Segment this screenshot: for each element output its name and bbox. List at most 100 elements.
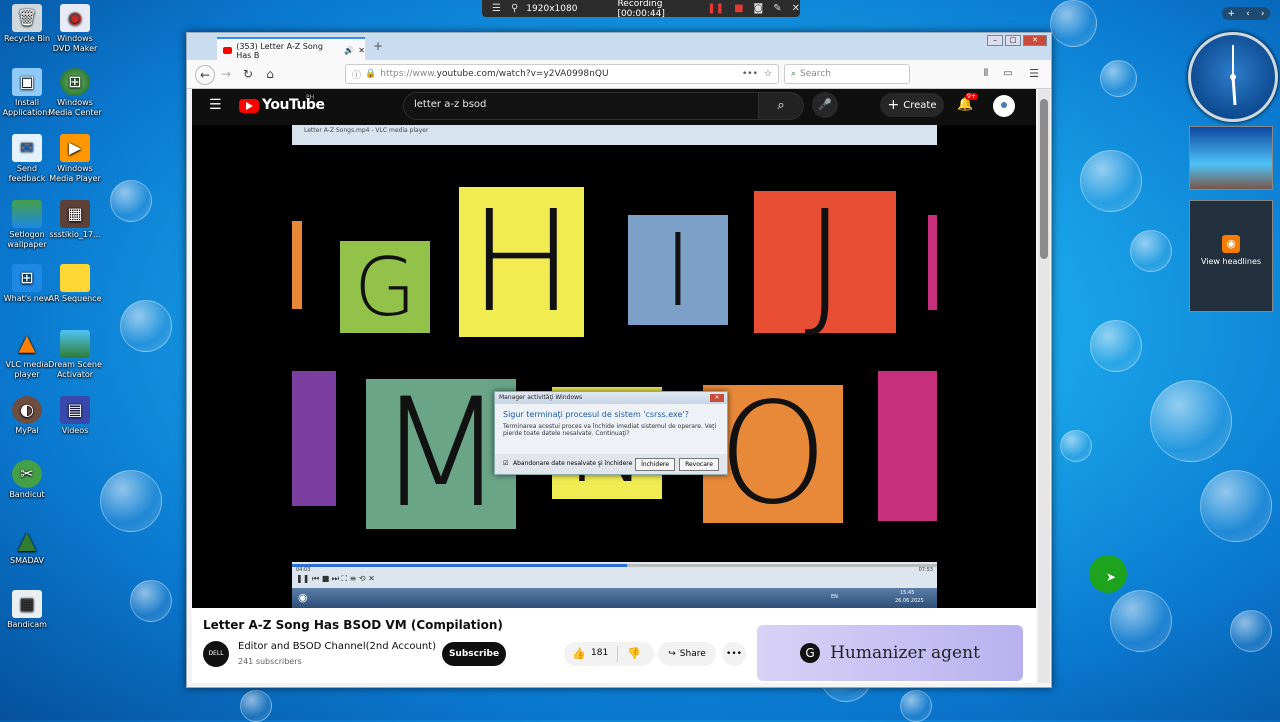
minimize-icon[interactable]: – <box>987 35 1003 46</box>
youtube-search-input[interactable]: letter a-z bsod <box>403 92 760 120</box>
like-dislike-group: 👍 181 👎 <box>564 642 654 666</box>
hamburger-icon[interactable]: ☰ <box>209 97 222 113</box>
desktop-icon-media-center[interactable]: ⊞ Windows Media Center <box>48 68 102 118</box>
desktop-icon-videos[interactable]: ▤ Videos <box>48 396 102 436</box>
youtube-favicon-icon <box>223 47 233 54</box>
add-icon[interactable]: + <box>1228 9 1236 19</box>
youtube-logo-icon[interactable] <box>239 99 259 113</box>
next-icon[interactable]: › <box>1261 9 1265 19</box>
slideshow-gadget[interactable] <box>1189 126 1273 190</box>
media-center-icon: ⊞ <box>60 68 90 96</box>
desktop-icon-install[interactable]: ▣ Install Applications <box>0 68 54 118</box>
mouse-cursor-icon: ➤ <box>1106 570 1117 584</box>
letter-tile-l-partial <box>292 371 336 506</box>
pin-icon[interactable]: ⚲ <box>511 3 518 14</box>
wallpaper-icon <box>12 200 42 228</box>
desktop-icon-bandicut[interactable]: ✂ Bandicut <box>0 460 54 500</box>
page-actions-icon[interactable]: ••• <box>742 69 758 79</box>
video-info: Letter A-Z Song Has BSOD VM (Compilation… <box>192 608 1036 683</box>
feed-gadget[interactable]: ◉ View headlines <box>1189 200 1273 312</box>
install-icon: ▣ <box>12 68 42 96</box>
ad-banner[interactable]: G Humanizer agent <box>757 625 1023 681</box>
pen-icon[interactable]: ✎ <box>773 3 781 14</box>
dvd-maker-icon: ◉ <box>60 4 90 32</box>
desktop-icon-recycle-bin[interactable]: 🗑 Recycle Bin <box>0 4 54 44</box>
youtube-logo[interactable]: YouTube <box>262 97 325 113</box>
vlc-icon: ▲ <box>18 331 36 356</box>
pause-icon[interactable]: ❚❚ <box>707 3 724 14</box>
speaker-icon[interactable]: 🔊 <box>344 46 354 55</box>
dislike-icon[interactable]: 👎 <box>627 647 641 660</box>
desktop-icon-ar-sequence[interactable]: AR Sequence <box>48 264 102 304</box>
recording-status: Recording [00:00:44] <box>617 0 665 19</box>
dialog-message: Terminarea acestui proces va închide ime… <box>503 423 717 437</box>
recording-resolution: 1920x1080 <box>526 3 578 14</box>
desktop-icon-smadav[interactable]: ▲ SMADAV <box>0 526 54 566</box>
video-player[interactable]: Letter A-Z Songs.mp4 - VLC media player … <box>192 125 1036 608</box>
stop-icon[interactable]: ■ <box>734 3 743 14</box>
dream-scene-icon <box>60 330 90 358</box>
dialog-checkbox-icon: ☑ <box>503 460 509 467</box>
desktop-icon-bandicam[interactable]: ▦ Bandicam <box>0 590 54 630</box>
forward-icon[interactable]: → <box>217 65 235 83</box>
prev-icon[interactable]: ‹ <box>1246 9 1250 19</box>
desktop-icon-feedback[interactable]: ✉ Send feedback <box>0 134 54 184</box>
youtube-search-button[interactable]: ⌕ <box>758 92 804 120</box>
letter-tile-partial-right <box>928 215 937 310</box>
info-icon[interactable]: ⓘ <box>352 68 361 81</box>
whats-new-icon: ⊞ <box>12 264 42 292</box>
avatar[interactable] <box>993 95 1015 117</box>
desktop-icon-video-file[interactable]: ▦ ssstikio_17... <box>48 200 102 240</box>
desktop-icon-media-player[interactable]: ▶ Windows Media Player <box>48 134 102 184</box>
browser-menu-icon[interactable]: ☰ <box>1025 65 1043 83</box>
channel-name[interactable]: Editor and BSOD Channel(2nd Account) <box>238 641 436 652</box>
home-icon[interactable]: ⌂ <box>261 65 279 83</box>
like-icon[interactable]: 👍 <box>572 647 586 660</box>
create-button[interactable]: + Create <box>880 93 944 117</box>
desktop-icon-dvd-maker[interactable]: ◉ Windows DVD Maker <box>48 4 102 54</box>
letter-tile-j: J <box>754 181 896 344</box>
library-icon[interactable]: ⫴ <box>977 65 995 83</box>
channel-avatar[interactable]: DELL <box>203 641 229 667</box>
url-bar[interactable]: ⓘ 🔒 https://www. youtube.com/watch?v=y2VA… <box>345 64 779 84</box>
desktop-icon-whats-new[interactable]: ⊞ What's new <box>0 264 54 304</box>
maximize-icon[interactable]: □ <box>1005 35 1021 46</box>
media-player-icon: ▶ <box>60 134 90 162</box>
like-count: 181 <box>591 648 609 658</box>
tab-youtube[interactable]: (353) Letter A-Z Song Has B 🔊 ✕ <box>217 37 365 62</box>
tab-close-icon[interactable]: ✕ <box>358 46 365 55</box>
desktop-icon-vlc[interactable]: ▲ VLC media player <box>0 330 54 380</box>
page-scrollbar[interactable] <box>1038 89 1050 683</box>
menu-icon[interactable]: ☰ <box>492 3 501 14</box>
gadget-controls[interactable]: + ‹ › <box>1222 7 1270 20</box>
share-button[interactable]: ↪ Share <box>658 642 716 666</box>
dialog-title: Manager activităţi Windows <box>495 392 727 404</box>
reload-icon[interactable]: ↻ <box>239 65 257 83</box>
window-controls: – □ ✕ <box>987 35 1047 46</box>
mypal-icon: ◐ <box>12 396 42 424</box>
videos-icon: ▤ <box>60 396 90 424</box>
desktop-icon-dream-scene[interactable]: Dream Scene Activator <box>48 330 102 380</box>
vlc-progress-fill <box>292 564 628 567</box>
back-icon[interactable]: ← <box>195 65 215 85</box>
recycle-bin-icon: 🗑 <box>12 4 42 32</box>
vlc-titlebar: Letter A-Z Songs.mp4 - VLC media player <box>292 125 937 145</box>
task-manager-dialog: Manager activităţi Windows ✕ Sigur termi… <box>494 391 728 475</box>
dialog-ok-button: Închidere <box>635 458 675 471</box>
desktop-icon-wallpaper[interactable]: Setlogon wallpaper <box>0 200 54 250</box>
more-actions-icon[interactable]: ••• <box>722 642 746 666</box>
search-box[interactable]: ⌕ Search <box>784 64 910 84</box>
new-tab-icon[interactable]: + <box>373 39 383 53</box>
bandicam-icon: ▦ <box>12 590 42 618</box>
window-close-icon[interactable]: ✕ <box>1023 35 1047 46</box>
bookmark-star-icon[interactable]: ☆ <box>764 69 772 79</box>
feedback-icon: ✉ <box>12 134 42 162</box>
camera-icon[interactable]: ◙ <box>754 3 764 14</box>
sidebar-icon[interactable]: ▭ <box>999 65 1017 83</box>
start-orb-icon: ◉ <box>298 591 308 604</box>
subscribe-button[interactable]: Subscribe <box>442 642 506 666</box>
close-icon[interactable]: ✕ <box>792 3 800 14</box>
view-headlines-link[interactable]: View headlines <box>1190 257 1272 266</box>
desktop-icon-mypal[interactable]: ◐ MyPal <box>0 396 54 436</box>
voice-search-icon[interactable]: 🎤 <box>812 92 838 118</box>
